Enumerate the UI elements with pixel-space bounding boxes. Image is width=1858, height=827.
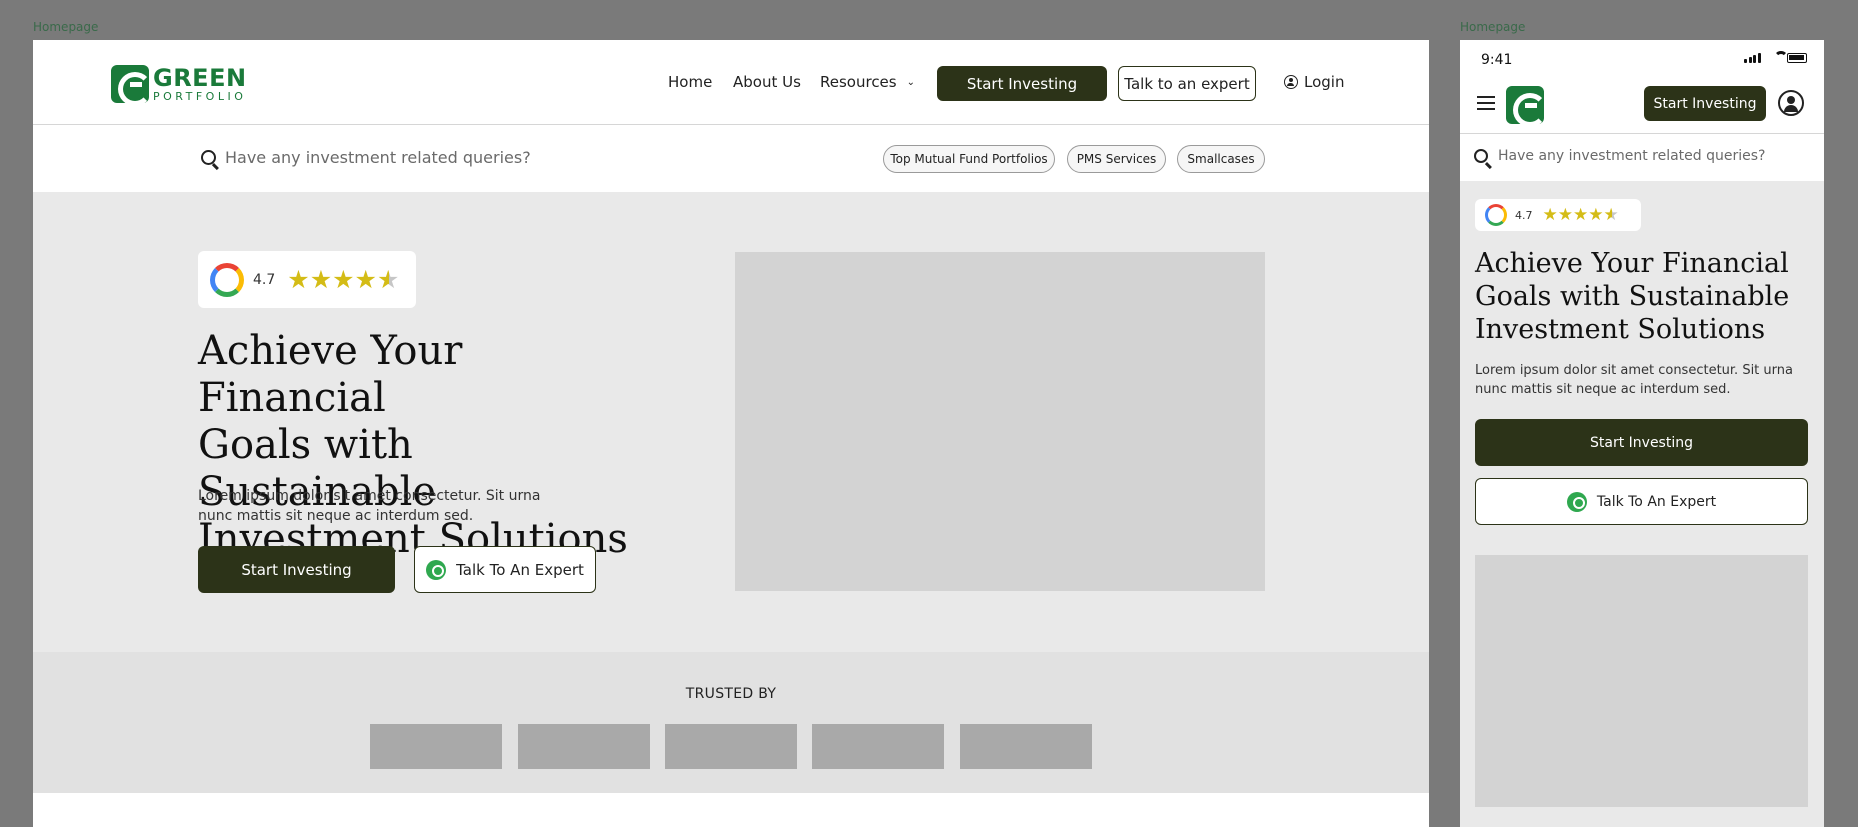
hero-talk-expert-label: Talk To An Expert [456,560,584,579]
rating-stars: ★ ★ ★ ★ ★ [287,267,399,292]
hero-image-placeholder [735,252,1265,591]
star-icon: ★ [309,265,333,294]
nav-home[interactable]: Home [668,73,712,91]
brand-logo[interactable]: GREEN PORTFOLIO [111,64,247,106]
mobile-frame-label: Homepage [1460,20,1526,34]
mobile-search-input[interactable]: Have any investment related queries? [1498,148,1765,164]
half-star-icon: ★ [1603,204,1619,225]
hero-title: Achieve Your Financial Goals with Sustai… [198,328,628,562]
star-icon: ★ [1542,204,1558,225]
nav-resources[interactable]: Resources ⌄ [820,73,915,91]
half-star-icon: ★ [376,265,400,294]
star-icon: ★ [1573,204,1589,225]
search-icon [201,150,216,165]
whatsapp-icon [1566,491,1587,512]
signal-icon [1744,53,1762,63]
chevron-down-icon: ⌄ [906,77,915,88]
search-icon [1474,149,1488,163]
rating-stars: ★ ★ ★ ★ ★ [1542,204,1619,225]
desktop-homepage: GREEN PORTFOLIO Home About Us Resources ⌄… [33,40,1429,827]
google-icon [210,262,244,297]
top-navigation: GREEN PORTFOLIO Home About Us Resources ⌄… [33,40,1429,125]
nav-resources-label: Resources [820,73,897,91]
user-circle-icon[interactable] [1778,90,1804,116]
hamburger-menu-icon[interactable] [1477,96,1495,110]
chip-smallcases[interactable]: Smallcases [1177,145,1265,173]
mobile-homepage: 9:41 Start Investing Have any investment… [1460,40,1824,827]
mobile-hero-subtitle: Lorem ipsum dolor sit amet consectetur. … [1475,363,1793,397]
logo-mark-icon [111,65,152,106]
trusted-by-label: TRUSTED BY [685,686,777,702]
nav-about-us[interactable]: About Us [733,73,801,91]
mobile-hero-image-placeholder [1475,555,1808,807]
mobile-hero-talk-expert-button[interactable]: Talk To An Expert [1475,478,1808,525]
mobile-header-start-investing-button[interactable]: Start Investing [1644,86,1766,121]
hero-section: 4.7 ★ ★ ★ ★ ★ Achieve Your Financial Goa… [33,192,1429,652]
wifi-icon [1774,51,1788,65]
partner-logo [812,724,944,769]
nav-start-investing-button[interactable]: Start Investing [937,66,1107,101]
star-icon: ★ [1557,204,1573,225]
partner-logo [370,724,502,769]
mobile-hero-section: 4.7 ★ ★ ★ ★ ★ Achieve Your Financial Goa… [1460,181,1824,827]
user-circle-icon [1284,75,1298,89]
star-icon: ★ [332,265,355,294]
whatsapp-icon [426,559,447,580]
partner-logo [518,724,650,769]
trusted-by-section: TRUSTED BY [33,652,1429,793]
mobile-hero-title: Achieve Your Financial Goals with Sustai… [1475,248,1790,345]
login-label: Login [1304,73,1345,91]
mobile-search-bar: Have any investment related queries? [1460,133,1824,181]
hero-talk-expert-button[interactable]: Talk To An Expert [414,546,596,593]
partner-logo [960,724,1092,769]
mobile-hero-start-investing-button[interactable]: Start Investing [1475,419,1808,466]
star-icon: ★ [354,265,377,294]
google-icon [1485,204,1507,226]
star-icon: ★ [1588,204,1604,225]
mobile-hero-talk-expert-label: Talk To An Expert [1596,493,1717,510]
status-bar-time: 9:41 [1481,52,1513,68]
desktop-frame-label: Homepage [33,20,99,34]
logo-mark-icon[interactable] [1506,86,1547,127]
hero-start-investing-button[interactable]: Start Investing [198,546,395,593]
partner-logo [665,724,797,769]
login-link[interactable]: Login [1284,73,1344,91]
logo-name: GREEN [153,64,247,92]
rating-value: 4.7 [1515,208,1533,222]
chip-top-mutual-fund-portfolios[interactable]: Top Mutual Fund Portfolios [883,145,1055,173]
google-rating-badge: 4.7 ★ ★ ★ ★ ★ [1475,199,1641,231]
rating-value: 4.7 [253,271,276,288]
chip-pms-services[interactable]: PMS Services [1067,145,1166,173]
battery-icon [1787,53,1807,63]
nav-talk-expert-button[interactable]: Talk to an expert [1118,66,1256,101]
hero-subtitle: Lorem ipsum dolor sit amet consectetur. … [198,488,541,524]
google-rating-badge: 4.7 ★ ★ ★ ★ ★ [198,251,416,308]
star-icon: ★ [287,265,310,294]
search-input[interactable]: Have any investment related queries? [225,148,531,167]
logo-subname: PORTFOLIO [153,90,247,103]
